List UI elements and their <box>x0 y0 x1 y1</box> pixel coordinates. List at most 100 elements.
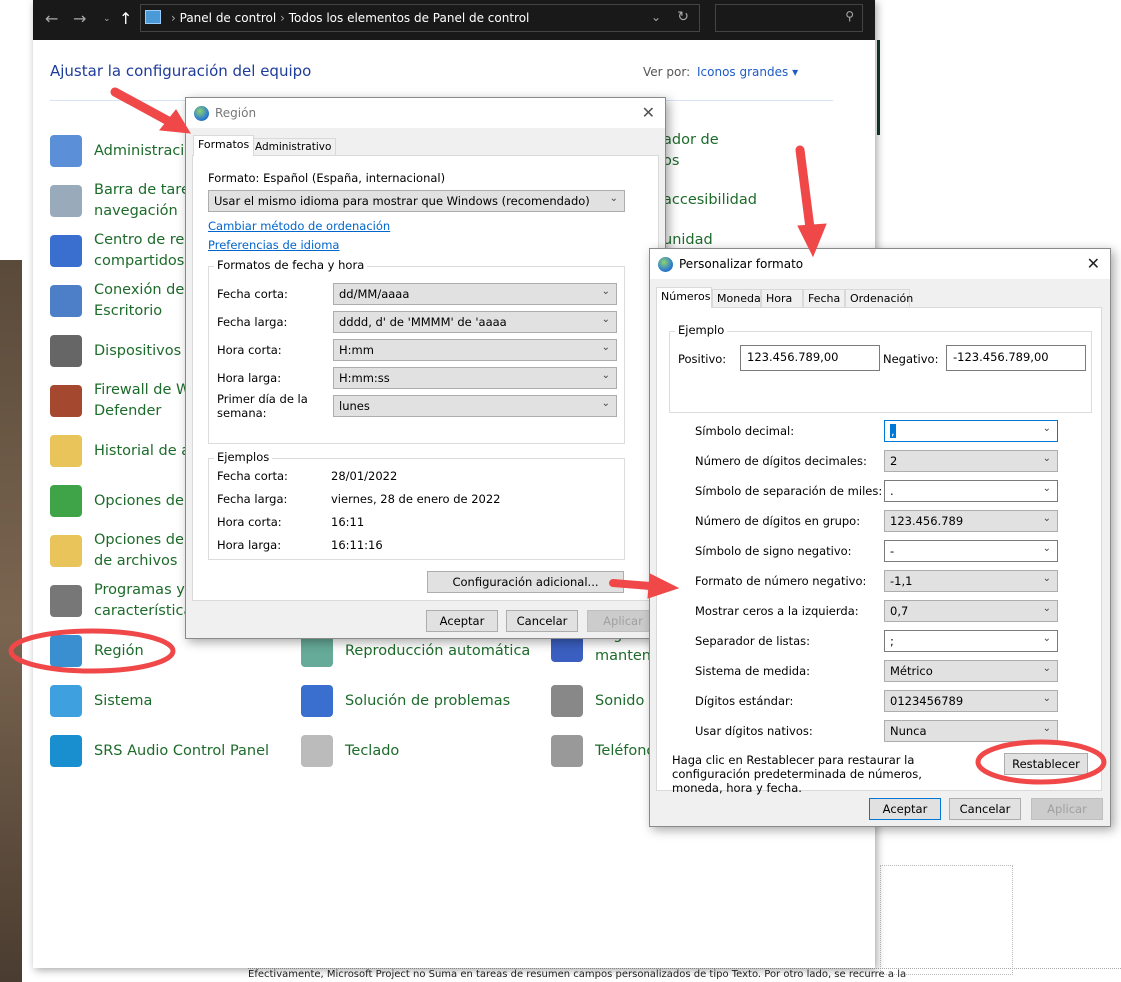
item-label: Solución de problemas <box>345 692 511 709</box>
select-value: 123.456.789 <box>890 514 964 528</box>
troubleshoot-icon <box>301 685 333 717</box>
number-format-select[interactable]: 0,7 ⌄ <box>884 600 1058 622</box>
control-panel-item[interactable]: Teléfono <box>551 735 655 767</box>
field-label: Número de dígitos decimales: <box>695 454 867 468</box>
chevron-down-icon: ⌄ <box>601 370 610 381</box>
close-icon[interactable]: ✕ <box>642 103 655 122</box>
sort-method-link[interactable]: Cambiar método de ordenación <box>208 219 390 233</box>
control-panel-item[interactable]: Sonido <box>551 685 644 717</box>
control-panel-item[interactable]: ador de os <box>663 130 719 172</box>
control-panel-item[interactable]: Barra de tare navegación <box>50 180 190 222</box>
power-options-icon <box>50 485 82 517</box>
number-format-select[interactable]: ; ⌄ <box>884 630 1058 652</box>
control-panel-item[interactable]: Opciones de <box>50 485 184 517</box>
date-format-select[interactable]: dddd, d' de 'MMMM' de 'aaaa ⌄ <box>333 311 617 333</box>
apply-button[interactable]: Aplicar <box>1031 798 1103 820</box>
example-label: Fecha corta: <box>217 469 288 483</box>
breadcrumb-item[interactable]: Todos los elementos de Panel de control <box>289 11 530 25</box>
control-panel-item[interactable]: Reproducción automática <box>301 635 530 667</box>
folder-options-icon <box>50 535 82 567</box>
date-time-group: Formatos de fecha y hora Fecha corta: dd/… <box>208 258 625 444</box>
control-panel-item[interactable]: SRS Audio Control Panel <box>50 735 269 767</box>
item-label: Programas y <box>94 582 185 598</box>
number-format-select[interactable]: Métrico ⌄ <box>884 660 1058 682</box>
tab-formatos[interactable]: Formatos <box>193 135 255 156</box>
control-panel-item[interactable]: Dispositivos <box>50 335 181 367</box>
tab-moneda[interactable]: Moneda <box>712 289 761 308</box>
field-label: Fecha corta: <box>217 287 288 301</box>
cancel-button[interactable]: Cancelar <box>949 798 1021 820</box>
tab-ordenacion[interactable]: Ordenación <box>845 289 913 308</box>
format-select[interactable]: Usar el mismo idioma para mostrar que Wi… <box>208 190 625 212</box>
number-format-select[interactable]: 2 ⌄ <box>884 450 1058 472</box>
control-panel-item[interactable]: Conexión de Escritorio <box>50 280 184 322</box>
control-panel-item[interactable]: Teclado <box>301 735 399 767</box>
tab-hora[interactable]: Hora <box>761 289 803 308</box>
ok-button[interactable]: Aceptar <box>869 798 941 820</box>
number-format-select[interactable]: Nunca ⌄ <box>884 720 1058 742</box>
number-format-select[interactable]: . ⌄ <box>884 480 1058 502</box>
control-panel-item[interactable]: Firewall de W Defender <box>50 380 190 422</box>
positive-label: Positivo: <box>678 352 727 366</box>
additional-settings-button[interactable]: Configuración adicional... <box>427 571 624 593</box>
srs-audio-icon <box>50 735 82 767</box>
date-format-select[interactable]: H:mm:ss ⌄ <box>333 367 617 389</box>
up-icon[interactable]: ↑ <box>119 9 132 28</box>
example-label: Fecha larga: <box>217 492 288 506</box>
item-label: Centro de rec <box>94 232 193 248</box>
devices-printers-icon <box>50 335 82 367</box>
control-panel-item[interactable]: Programas y característica <box>50 580 192 622</box>
tab-numeros[interactable]: Números <box>656 287 712 308</box>
reset-button[interactable]: Restablecer <box>1004 753 1088 775</box>
control-panel-item[interactable]: Centro de rec compartidos <box>50 230 192 272</box>
tab-fecha[interactable]: Fecha <box>803 289 845 308</box>
field-label: Fecha larga: <box>217 315 288 329</box>
control-panel-item[interactable]: Solución de problemas <box>301 685 510 717</box>
chevron-down-icon: ⌄ <box>609 193 618 204</box>
control-panel-item[interactable]: Historial de a <box>50 435 190 467</box>
number-format-select[interactable]: 0123456789 ⌄ <box>884 690 1058 712</box>
breadcrumb-item[interactable]: Panel de control <box>180 11 277 25</box>
select-value: H:mm:ss <box>339 371 390 385</box>
cancel-button[interactable]: Cancelar <box>506 610 578 632</box>
recent-dropdown-icon[interactable]: ⌄ <box>103 14 111 24</box>
close-icon[interactable]: ✕ <box>1087 254 1100 273</box>
breadcrumb[interactable]: › Panel de control › Todos los elementos… <box>140 4 700 32</box>
number-format-select[interactable]: - ⌄ <box>884 540 1058 562</box>
select-value: H:mm <box>339 343 374 357</box>
keyboard-icon <box>301 735 333 767</box>
dialog-title: Región <box>215 106 257 120</box>
item-label: Sistema <box>94 692 153 709</box>
item-label: Defender <box>94 403 162 419</box>
group-title: Formatos de fecha y hora <box>214 258 368 272</box>
chevron-down-icon: ⌄ <box>1042 453 1051 464</box>
date-format-select[interactable]: H:mm ⌄ <box>333 339 617 361</box>
item-label: accesibilidad <box>663 192 757 208</box>
number-format-select[interactable]: , ⌄ <box>884 420 1058 442</box>
example-value: viernes, 28 de enero de 2022 <box>331 492 501 506</box>
autoplay-icon <box>301 635 333 667</box>
control-panel-item[interactable]: accesibilidad <box>663 190 757 211</box>
item-label: compartidos <box>94 253 185 269</box>
view-by-dropdown[interactable]: Iconos grandes ▾ <box>697 65 798 79</box>
back-icon[interactable]: ← <box>45 9 58 28</box>
chevron-down-icon[interactable]: ⌄ <box>651 10 661 24</box>
search-input[interactable]: ⚲ <box>715 4 863 32</box>
control-panel-item[interactable]: Opciones del de archivos <box>50 530 188 572</box>
control-panel-item[interactable]: Región <box>50 635 144 667</box>
forward-icon[interactable]: → <box>73 9 86 28</box>
admin-tools-icon <box>50 135 82 167</box>
language-preferences-link[interactable]: Preferencias de idioma <box>208 238 339 252</box>
ok-button[interactable]: Aceptar <box>426 610 498 632</box>
control-panel-item[interactable]: Administracio <box>50 135 193 167</box>
group-title: Ejemplo <box>675 323 728 337</box>
date-format-select[interactable]: dd/MM/aaaa ⌄ <box>333 283 617 305</box>
refresh-icon[interactable]: ↻ <box>677 9 689 25</box>
control-panel-item[interactable]: Sistema <box>50 685 152 717</box>
number-format-select[interactable]: 123.456.789 ⌄ <box>884 510 1058 532</box>
chevron-down-icon: ⌄ <box>601 342 610 353</box>
number-format-select[interactable]: -1,1 ⌄ <box>884 570 1058 592</box>
chevron-down-icon: ⌄ <box>601 398 610 409</box>
date-format-select[interactable]: lunes ⌄ <box>333 395 617 417</box>
item-label: Conexión de <box>94 282 185 298</box>
